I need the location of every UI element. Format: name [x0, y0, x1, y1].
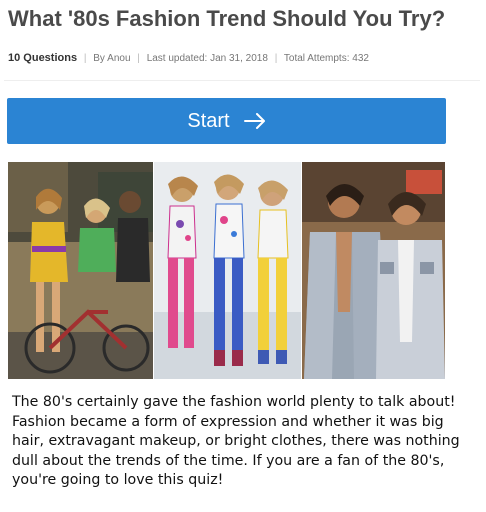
quiz-meta: 10 Questions | By Anou | Last updated: J… [8, 52, 369, 64]
meta-separator: | [274, 53, 278, 64]
quiz-page: What '80s Fashion Trend Should You Try? … [0, 0, 486, 512]
hero-image [8, 162, 445, 379]
last-updated: Last updated: Jan 31, 2018 [146, 53, 268, 64]
quiz-description: The 80's certainly gave the fashion worl… [12, 394, 460, 488]
leotard-fashion-photo [153, 162, 302, 379]
question-count: 10 Questions [8, 52, 78, 64]
total-attempts: Total Attempts: 432 [283, 53, 369, 64]
quiz-author: By Anou [93, 53, 131, 64]
street-style-photo [8, 162, 153, 379]
header-divider [4, 80, 480, 81]
meta-separator: | [137, 53, 140, 64]
denim-jackets-photo [302, 162, 445, 379]
start-button-label: Start [187, 109, 230, 132]
arrow-right-icon [243, 113, 266, 129]
start-button[interactable]: Start [7, 98, 446, 144]
meta-separator: | [83, 53, 87, 64]
quiz-title: What '80s Fashion Trend Should You Try? [8, 6, 446, 31]
